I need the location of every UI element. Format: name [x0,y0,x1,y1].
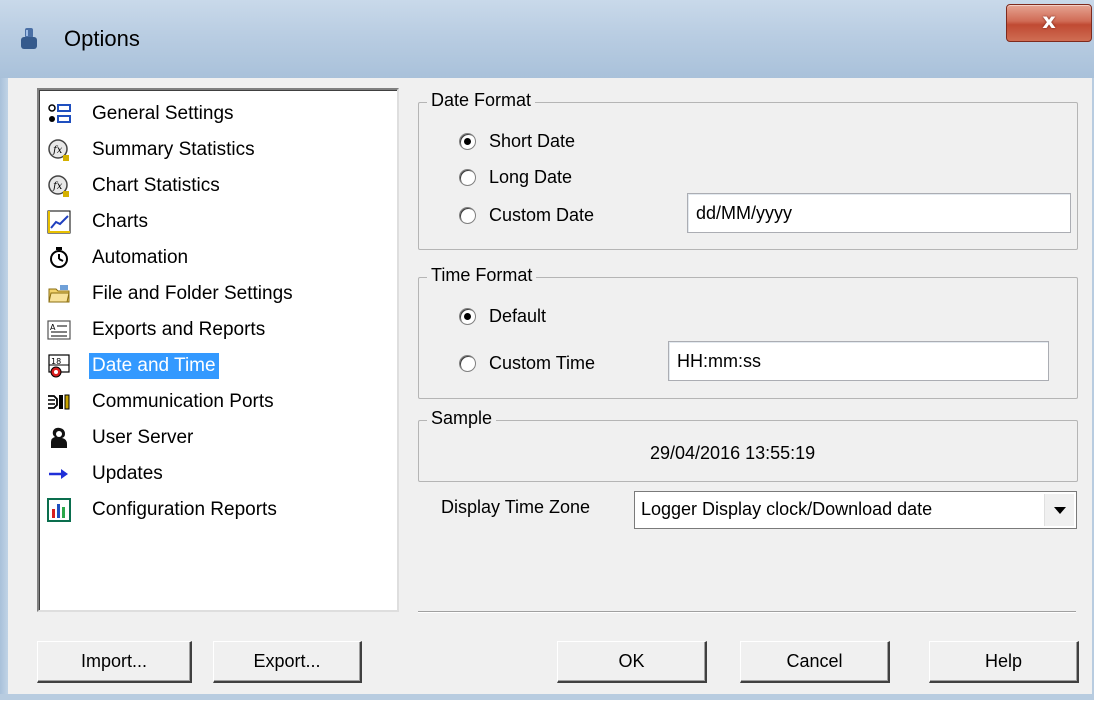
help-button[interactable]: Help [929,641,1079,683]
export-button[interactable]: Export... [213,641,362,683]
radio-label: Custom Time [489,353,596,373]
tree-item-label: Updates [92,463,163,484]
date-format-legend: Date Format [427,90,536,111]
user-icon [51,427,67,448]
report-icon: A [47,320,71,340]
close-button[interactable]: x [1006,4,1092,42]
calendar-clock-icon: 18 [48,354,70,378]
radio-custom-time[interactable]: Custom Time [459,353,629,375]
tree-item-label: Date and Time [89,353,219,379]
function-icon: fx [48,175,69,197]
svg-text:A: A [50,323,56,332]
function-icon: fx [48,139,69,161]
radio-label: Short Date [489,131,576,151]
ok-button[interactable]: OK [557,641,707,683]
radio-circle[interactable] [459,308,476,325]
general-settings-icon [48,104,71,123]
line-chart-icon [47,210,71,234]
radio-label: Default [489,306,547,326]
tree-item-label: File and Folder Settings [92,283,293,304]
time-format-group: Time Format Default Custom Time HH:mm:ss [418,265,1078,399]
custom-date-input[interactable]: dd/MM/yyyy [687,193,1071,233]
radio-circle[interactable] [459,133,476,150]
folder-icon [48,285,70,303]
tree-item-label: Communication Ports [92,391,274,412]
tree-item-label: Automation [92,247,189,268]
cancel-button[interactable]: Cancel [740,641,890,683]
sample-group: Sample 29/04/2016 13:55:19 [418,408,1078,482]
window-frame-bottom [0,694,1094,700]
chevron-down-icon [1054,507,1066,514]
display-time-zone-label: Display Time Zone [441,497,591,517]
window-title: Options [64,26,140,51]
options-category-tree[interactable]: General Settings fx Summary Statistics f… [37,88,399,612]
radio-label: Long Date [489,167,573,187]
close-icon: x [1042,9,1056,33]
custom-time-input[interactable]: HH:mm:ss [668,341,1049,381]
port-icon [48,394,70,410]
stopwatch-icon [50,247,68,268]
title-bar[interactable]: Options x [0,0,1094,79]
dropdown-button[interactable] [1044,494,1074,526]
sample-legend: Sample [427,408,497,429]
display-time-zone-value: Logger Display clock/Download date [641,499,933,519]
import-button[interactable]: Import... [37,641,192,683]
svg-text:fx: fx [52,145,63,156]
tree-item-label: Exports and Reports [92,319,266,340]
tree-item-label: General Settings [92,103,234,124]
radio-label: Custom Date [489,205,595,225]
date-format-group: Date Format Short Date Long Date Custom … [418,90,1078,250]
app-icon [21,28,37,49]
tree-item-label: Configuration Reports [92,499,277,520]
tree-item-label: User Server [92,427,194,448]
radio-circle[interactable] [459,207,476,224]
sample-datetime-value: 29/04/2016 13:55:19 [650,443,816,463]
options-dialog: Options x General Settings fx Summary St… [0,0,1094,700]
radio-long-date[interactable]: Long Date [459,167,609,189]
radio-custom-date[interactable]: Custom Date [459,205,629,227]
window-frame-left [0,78,8,698]
radio-short-date[interactable]: Short Date [459,131,609,153]
tree-item-label: Summary Statistics [92,139,255,160]
tree-item-label: Charts [92,211,148,232]
divider [418,611,1076,613]
radio-circle[interactable] [459,355,476,372]
arrow-right-icon [49,469,68,479]
radio-circle[interactable] [459,169,476,186]
svg-text:fx: fx [52,181,63,192]
display-time-zone-select[interactable]: Logger Display clock/Download date [634,491,1077,529]
radio-default-time[interactable]: Default [459,306,609,328]
config-report-icon [47,498,71,522]
time-format-legend: Time Format [427,265,537,286]
tree-item-label: Chart Statistics [92,175,220,196]
